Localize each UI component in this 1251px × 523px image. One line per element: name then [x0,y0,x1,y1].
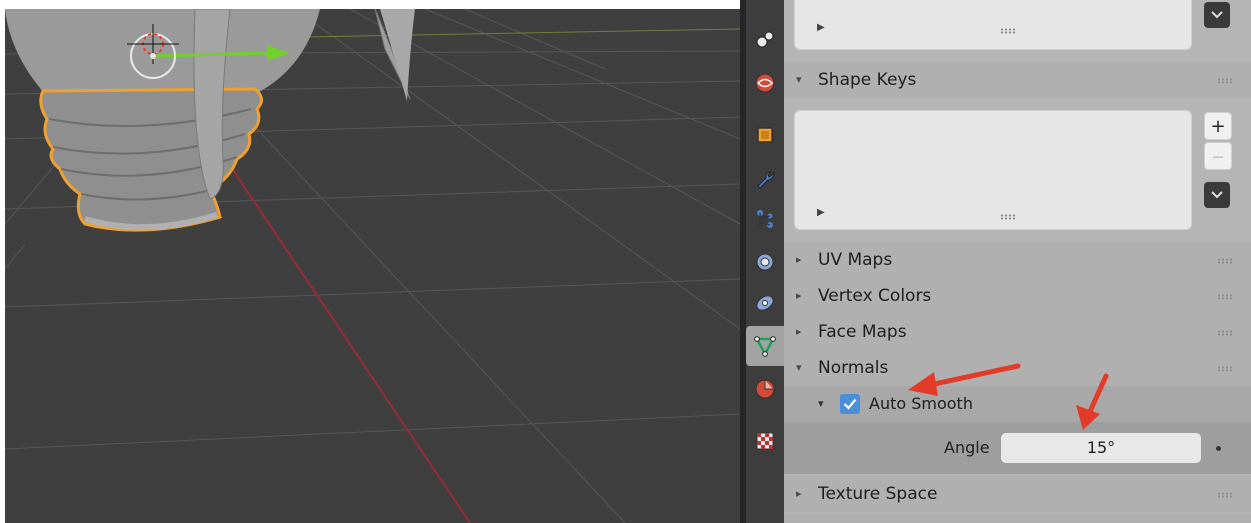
collapse-triangle-icon: ▸ [796,289,802,302]
chevron-down-icon [1211,11,1223,19]
particles-tab-icon[interactable] [749,202,781,236]
uv-maps-panel-header[interactable]: ▸ UV Maps [784,242,1251,278]
mesh-data-tab-icon[interactable] [746,326,784,366]
normals-panel-header[interactable]: ▾ Normals [784,350,1251,386]
section-label: Vertex Colors [818,286,932,306]
checkmark-icon [843,398,857,410]
drag-grip-icon[interactable] [1217,78,1233,84]
shape-keys-panel-header[interactable]: ▾ Shape Keys [784,62,1251,98]
y-axis-line [304,28,740,38]
collapse-triangle-icon: ▸ [796,253,802,266]
list-resize-grip[interactable] [1000,214,1016,220]
vertex-colors-panel-header[interactable]: ▸ Vertex Colors [784,278,1251,314]
drag-grip-icon[interactable] [1217,330,1233,336]
angle-row: Angle 15° [784,422,1251,474]
auto-smooth-subpanel-header[interactable]: ▾ Auto Smooth [784,386,1251,422]
collapse-triangle-icon: ▸ [796,325,802,338]
remove-shape-key-button[interactable]: — [1204,142,1232,170]
list-resize-grip[interactable] [1000,28,1016,34]
expand-triangle-icon: ▾ [818,397,824,410]
keyframe-dot-icon[interactable] [1216,446,1221,451]
list-expand-icon[interactable]: ▶ [817,22,825,33]
drag-grip-icon[interactable] [1217,492,1233,498]
properties-tab-column [746,0,784,523]
vertex-groups-list[interactable]: ▶ [794,0,1192,50]
shape-keys-menu-button[interactable] [1204,182,1230,208]
drag-grip-icon[interactable] [1217,294,1233,300]
material-tab-icon[interactable] [749,372,781,406]
face-maps-panel-header[interactable]: ▸ Face Maps [784,314,1251,350]
list-expand-icon[interactable]: ▶ [817,207,825,218]
auto-smooth-checkbox[interactable] [840,394,860,414]
collapse-triangle-icon: ▸ [796,487,802,500]
drag-grip-icon[interactable] [1217,366,1233,372]
angle-label: Angle [944,438,990,457]
texture-tab-icon[interactable] [749,424,781,458]
section-label: UV Maps [818,250,893,270]
section-label: Texture Space [818,484,938,504]
object-tab-icon[interactable] [749,118,781,152]
physics-tab-icon[interactable] [749,245,781,279]
constraints-tab-icon[interactable] [749,286,781,320]
expand-triangle-icon: ▾ [796,73,802,86]
add-shape-key-button[interactable]: + [1204,112,1232,140]
angle-field[interactable]: 15° [1001,433,1201,463]
properties-panel: ▶ ▾ Shape Keys ▶ + — ▸ UV Maps ▸ Vertex … [784,0,1251,523]
expand-triangle-icon: ▾ [796,361,802,374]
section-label: Normals [818,358,889,378]
shape-keys-list[interactable]: ▶ [794,110,1192,230]
next-panel-header [784,514,1251,523]
viewport-scene [5,9,740,523]
world-tab-icon[interactable] [749,66,781,100]
drag-grip-icon[interactable] [1217,258,1233,264]
vertex-groups-menu-button[interactable] [1204,2,1230,28]
section-label: Face Maps [818,322,907,342]
chevron-down-icon [1211,191,1223,199]
modifier-wrench-tab-icon[interactable] [749,162,781,196]
physics-particles-tab-icon[interactable] [749,0,781,16]
scene-world-tab-icon[interactable] [749,22,781,56]
3d-viewport[interactable] [5,9,740,523]
section-label: Shape Keys [818,70,917,90]
texture-space-panel-header[interactable]: ▸ Texture Space [784,476,1251,512]
auto-smooth-label: Auto Smooth [869,394,973,413]
